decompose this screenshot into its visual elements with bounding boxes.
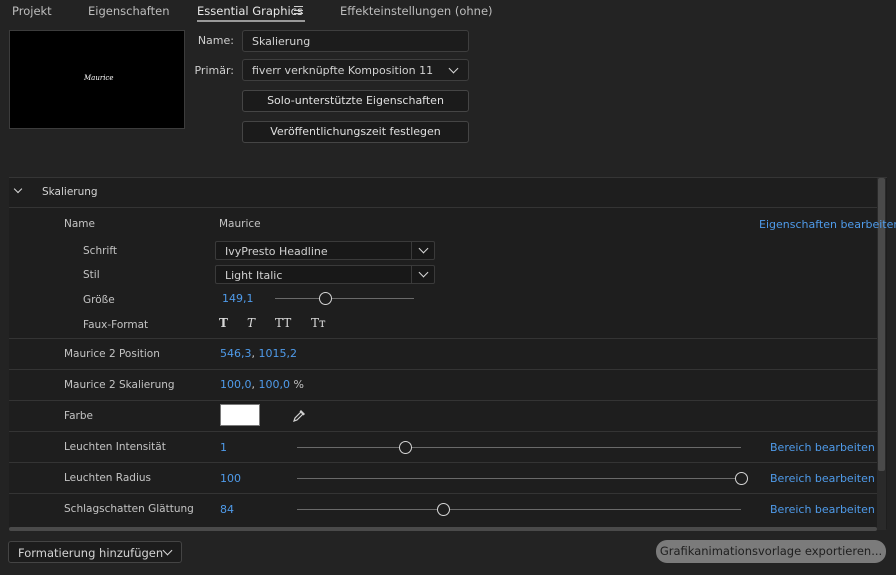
- color-swatch[interactable]: [220, 404, 260, 426]
- faux-bold-button[interactable]: T: [219, 316, 228, 330]
- row-divider: [9, 338, 877, 339]
- faux-italic-button[interactable]: T: [247, 316, 255, 330]
- name-field[interactable]: Skalierung: [242, 30, 469, 52]
- glow-intensity-value[interactable]: 1: [220, 441, 227, 454]
- glow-radius-value[interactable]: 100: [220, 472, 241, 485]
- scale-label: Maurice 2 Skalierung: [64, 379, 175, 391]
- position-label: Maurice 2 Position: [64, 348, 160, 360]
- tab-essential-graphics[interactable]: Essential Graphics: [197, 4, 303, 18]
- eyedropper-icon[interactable]: [292, 408, 307, 423]
- style-label: Stil: [83, 269, 100, 281]
- graphic-preview: Maurice: [9, 30, 185, 129]
- panel-menu-icon[interactable]: [294, 6, 303, 14]
- shadow-smoothing-slider-knob[interactable]: [437, 503, 451, 516]
- size-slider-track[interactable]: [275, 298, 414, 299]
- scale-y-value[interactable]: 100,0: [259, 378, 291, 391]
- tab-eigenschaften[interactable]: Eigenschaften: [88, 4, 170, 18]
- position-x-value[interactable]: 546,3: [220, 347, 252, 360]
- glow-intensity-label: Leuchten Intensität: [64, 441, 166, 453]
- horizontal-scrollbar[interactable]: [9, 527, 877, 531]
- add-formatting-dropdown[interactable]: Formatierung hinzufügen: [8, 541, 182, 563]
- panel-tab-bar: Projekt Eigenschaften Essential Graphics…: [0, 0, 896, 22]
- glow-intensity-slider-track[interactable]: [297, 447, 741, 448]
- scale-unit: %: [293, 378, 304, 391]
- tab-effekteinstellungen[interactable]: Effekteinstellungen (ohne): [340, 4, 493, 18]
- faux-format-label: Faux-Format: [83, 319, 149, 331]
- primary-label: Primär:: [194, 64, 234, 77]
- color-label: Farbe: [64, 410, 93, 422]
- chevron-down-icon: [448, 63, 459, 74]
- publish-time-button[interactable]: Veröffentlichungszeit festlegen: [242, 121, 469, 143]
- glow-radius-label: Leuchten Radius: [64, 472, 151, 484]
- edit-properties-link[interactable]: Eigenschaften bearbeiten: [759, 218, 896, 231]
- primary-dropdown[interactable]: fiverr verknüpfte Komposition 11: [242, 59, 469, 81]
- glow-radius-slider-knob[interactable]: [734, 472, 748, 485]
- tab-projekt[interactable]: Projekt: [12, 4, 52, 18]
- add-formatting-label: Formatierung hinzufügen: [18, 546, 164, 560]
- edit-range-link[interactable]: Bereich bearbeiten: [770, 441, 875, 454]
- shadow-smoothing-value[interactable]: 84: [220, 503, 234, 516]
- chevron-down-icon: [418, 267, 429, 278]
- value-separator: ,: [251, 347, 256, 360]
- value-separator: ,: [251, 378, 256, 391]
- style-dropdown[interactable]: Light Italic: [215, 265, 435, 284]
- section-divider: [9, 207, 877, 208]
- size-value[interactable]: 149,1: [222, 292, 254, 305]
- scale-values: 100,0, 100,0 %: [220, 378, 304, 391]
- font-label: Schrift: [83, 245, 117, 257]
- solo-properties-button[interactable]: Solo-unterstützte Eigenschaften: [242, 90, 469, 112]
- font-dropdown-value: IvyPresto Headline: [225, 245, 328, 258]
- name-label: Name:: [197, 34, 234, 47]
- size-label: Größe: [83, 294, 115, 306]
- chevron-down-icon: [418, 243, 429, 254]
- row-divider: [9, 462, 877, 463]
- edit-range-link[interactable]: Bereich bearbeiten: [770, 472, 875, 485]
- text-name-value: Maurice: [219, 218, 261, 230]
- row-divider: [9, 369, 877, 370]
- position-y-value[interactable]: 1015,2: [259, 347, 298, 360]
- active-tab-underline: [197, 20, 305, 22]
- edit-range-link[interactable]: Bereich bearbeiten: [770, 503, 875, 516]
- chevron-down-icon: [162, 545, 173, 556]
- export-motion-graphics-template-button[interactable]: Grafikanimationsvorlage exportieren...: [656, 540, 886, 563]
- all-caps-button[interactable]: TT: [275, 316, 291, 330]
- size-slider-knob[interactable]: [318, 292, 332, 305]
- shadow-smoothing-label: Schlagschatten Glättung: [64, 503, 194, 515]
- section-title: Skalierung: [42, 186, 98, 198]
- row-divider: [9, 400, 877, 401]
- glow-radius-slider-track[interactable]: [297, 478, 741, 479]
- preview-text: Maurice: [84, 74, 114, 82]
- row-divider: [9, 431, 877, 432]
- font-dropdown[interactable]: IvyPresto Headline: [215, 241, 435, 260]
- primary-dropdown-value: fiverr verknüpfte Komposition 11: [252, 64, 434, 77]
- scale-x-value[interactable]: 100,0: [220, 378, 252, 391]
- small-caps-button[interactable]: Tт: [311, 316, 326, 330]
- shadow-smoothing-slider-track[interactable]: [297, 509, 741, 510]
- style-dropdown-value: Light Italic: [225, 269, 283, 282]
- row-divider: [9, 493, 877, 494]
- position-values: 546,3, 1015,2: [220, 347, 297, 360]
- text-name-label: Name: [64, 218, 95, 230]
